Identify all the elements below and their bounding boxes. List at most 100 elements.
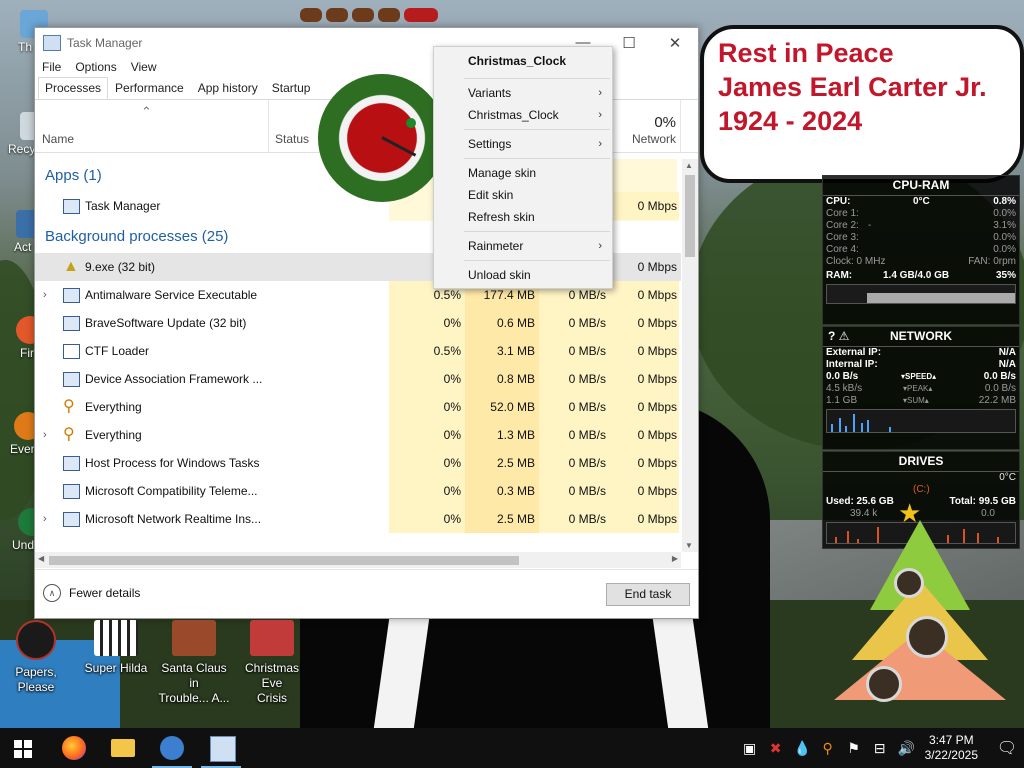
chevron-right-icon: ›	[598, 138, 602, 150]
tray-droplet-icon[interactable]: 💧	[794, 740, 811, 756]
firefox-icon[interactable]	[62, 736, 86, 760]
scrollbar-thumb[interactable]	[49, 556, 519, 565]
expand-chevron-icon[interactable]: ›	[43, 421, 47, 449]
fewer-details-label: Fewer details	[69, 586, 141, 600]
process-network: 0 Mbps	[610, 365, 679, 393]
cpu-temp: 0°C	[913, 196, 930, 207]
internal-ip-row: Internal IP: N/A	[823, 359, 1019, 371]
scroll-up-icon[interactable]: ▲	[685, 161, 693, 170]
process-cpu: 0%	[389, 365, 465, 393]
process-name: BraveSoftware Update (32 bit)	[85, 316, 247, 330]
desktop-shortcut[interactable]: Santa Claus in Trouble... A...	[158, 620, 230, 706]
network-icon[interactable]: ⊟	[872, 740, 888, 756]
tray-app-icon[interactable]: ▣	[742, 740, 758, 756]
column-network[interactable]: Network	[632, 132, 676, 146]
process-disk: 0 MB/s	[539, 477, 610, 505]
menu-item-rainmeter[interactable]: Rainmeter ›	[434, 235, 612, 257]
memorial-line-1: Rest in Peace	[718, 38, 894, 68]
drive-temp-row: 0°C	[823, 472, 1019, 484]
desktop-shortcut[interactable]: Papers, Please	[0, 620, 72, 695]
menu-item-refresh-skin[interactable]: Refresh skin	[434, 206, 612, 228]
download-speed: 0.0 B/s	[826, 371, 859, 382]
task-manager-icon[interactable]	[210, 736, 236, 762]
column-divider[interactable]	[268, 100, 269, 152]
tray-security-icon[interactable]: ⚑	[846, 740, 862, 756]
menu-item-christmas-clock[interactable]: Christmas_Clock ›	[434, 104, 612, 126]
vertical-scrollbar[interactable]: ▲ ▼	[682, 159, 698, 552]
system-tray: ▣ ✖ 💧 ⚲ ⚑ ⊟ 🔊 3:47 PM 3/22/2025 🗨	[737, 728, 1024, 768]
menu-item-manage-skin[interactable]: Manage skin	[434, 162, 612, 184]
process-name: Everything	[85, 428, 142, 442]
file-explorer-icon[interactable]	[111, 739, 135, 757]
menu-separator	[464, 78, 610, 79]
desktop-shortcut[interactable]: Super Hilda	[80, 620, 152, 676]
scroll-left-icon[interactable]: ◀	[38, 554, 44, 563]
menu-item-edit-skin[interactable]: Edit skin	[434, 184, 612, 206]
menu-item-unload-skin[interactable]: Unload skin	[434, 264, 612, 286]
network-widget[interactable]: ? ⚠ NETWORK External IP: N/A Internal IP: N…	[822, 326, 1020, 450]
fewer-details-button[interactable]: ∧ Fewer details	[43, 584, 140, 602]
drives-title: DRIVES	[823, 452, 1019, 472]
process-network: 0 Mbps	[610, 421, 679, 449]
tray-everything-icon[interactable]: ⚲	[820, 740, 836, 756]
cpu-ram-widget[interactable]: CPU-RAM CPU: 0°C 0.8% Core 1: 0.0% Core 2…	[822, 175, 1020, 325]
process-memory: 0.8 MB	[465, 365, 539, 393]
sum-label: ▾SUM▴	[903, 396, 929, 405]
desktop-shortcut[interactable]: Christmas Eve Crisis	[236, 620, 308, 706]
christmas-clock-skin[interactable]	[318, 62, 448, 204]
expand-chevron-icon[interactable]: ›	[43, 505, 47, 533]
table-row[interactable]: › ⚲ Everything 0% 1.3 MB 0 MB/s 0 Mbps	[35, 421, 681, 449]
settings-app-icon[interactable]	[160, 736, 184, 760]
close-button[interactable]: ✕	[652, 28, 698, 57]
menu-options[interactable]: Options	[75, 60, 116, 74]
core-label: Core 4:	[826, 244, 859, 255]
table-row[interactable]: CTF Loader 0.5% 3.1 MB 0 MB/s 0 Mbps	[35, 337, 681, 365]
table-row[interactable]: Microsoft Compatibility Teleme... 0% 0.3…	[35, 477, 681, 505]
menu-file[interactable]: File	[42, 60, 61, 74]
menu-view[interactable]: View	[131, 60, 157, 74]
scroll-down-icon[interactable]: ▼	[685, 541, 693, 550]
task-manager-icon	[43, 34, 61, 51]
menu-item-variants[interactable]: Variants ›	[434, 82, 612, 104]
christmas-tree-gadget[interactable]: ★	[830, 498, 1010, 715]
end-task-button[interactable]: End task	[606, 583, 690, 606]
scrollbar-thumb[interactable]	[685, 175, 695, 257]
process-memory: 2.5 MB	[465, 505, 539, 533]
network-total-percent: 0%	[654, 114, 676, 131]
table-row[interactable]: Device Association Framework ... 0% 0.8 …	[35, 365, 681, 393]
process-name: Microsoft Compatibility Teleme...	[85, 484, 258, 498]
core-value: 3.1%	[993, 220, 1016, 231]
menu-separator	[464, 260, 610, 261]
notification-center-icon[interactable]: 🗨	[990, 738, 1024, 758]
horizontal-scrollbar[interactable]: ◀ ▶	[35, 552, 681, 568]
tab-startup[interactable]: Startup	[265, 77, 318, 99]
network-title: ? ⚠ NETWORK	[823, 327, 1019, 347]
table-row[interactable]: › Microsoft Network Realtime Ins... 0% 2…	[35, 505, 681, 533]
column-status[interactable]: Status	[275, 132, 309, 146]
table-row[interactable]: ⚲ Everything 0% 52.0 MB 0 MB/s 0 Mbps	[35, 393, 681, 421]
chevron-up-icon: ∧	[43, 584, 61, 602]
process-network: 0 Mbps	[610, 449, 679, 477]
column-divider[interactable]	[680, 100, 681, 152]
volume-icon[interactable]: 🔊	[898, 740, 915, 756]
table-row[interactable]: Host Process for Windows Tasks 0% 2.5 MB…	[35, 449, 681, 477]
shortcut-label: Christmas Eve	[244, 661, 299, 690]
taskbar-clock[interactable]: 3:47 PM 3/22/2025	[919, 733, 990, 763]
tab-performance[interactable]: Performance	[108, 77, 191, 99]
expand-chevron-icon[interactable]: ›	[43, 281, 47, 309]
internal-ip-value: N/A	[998, 359, 1016, 370]
menu-item-settings[interactable]: Settings ›	[434, 133, 612, 155]
start-windows-icon[interactable]	[14, 740, 32, 758]
upload-peak: 0.0 B/s	[984, 383, 1016, 394]
menu-header[interactable]: Christmas_Clock	[434, 47, 612, 75]
column-name[interactable]: Name	[42, 132, 74, 146]
tray-network-error-icon[interactable]: ✖	[768, 740, 784, 756]
skin-context-menu[interactable]: Christmas_Clock Variants › Christmas_Cloc…	[433, 46, 613, 289]
tab-processes[interactable]: Processes	[38, 77, 109, 99]
scroll-right-icon[interactable]: ▶	[672, 554, 678, 563]
service-icon	[63, 484, 80, 499]
ornament-icon	[866, 666, 902, 702]
process-cpu: 0%	[389, 477, 465, 505]
table-row[interactable]: BraveSoftware Update (32 bit) 0% 0.6 MB …	[35, 309, 681, 337]
tab-app-history[interactable]: App history	[191, 77, 265, 99]
